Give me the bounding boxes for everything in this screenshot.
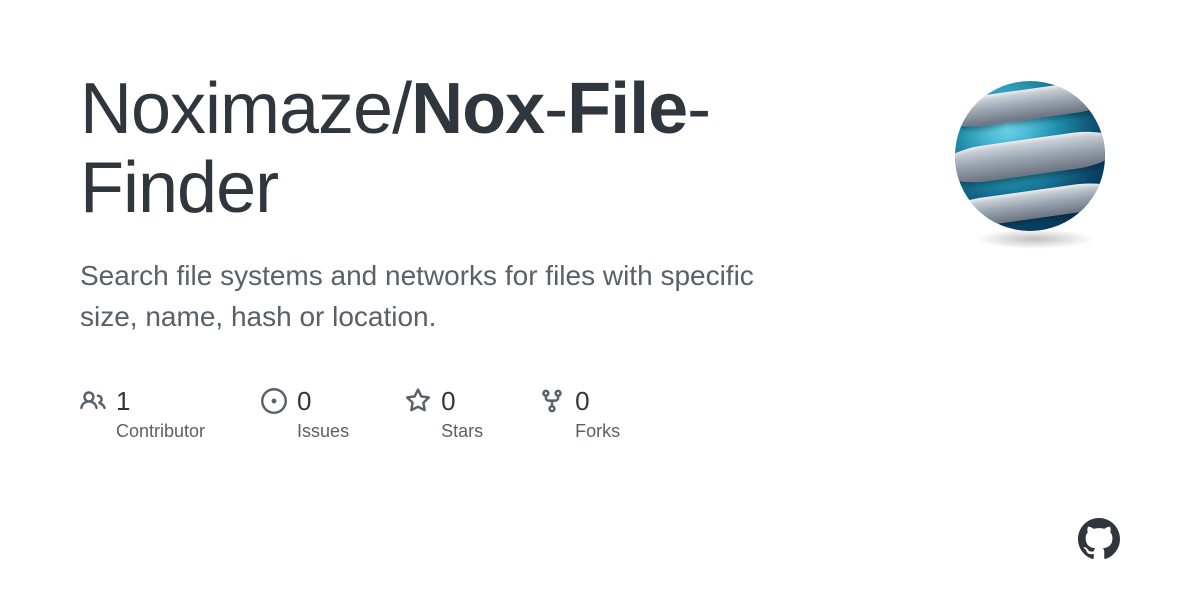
forks-count: 0 [575,386,589,417]
repo-card: Noximaze/Nox-File-Finder Search file sys… [0,0,1200,600]
repo-description: Search file systems and networks for fil… [80,256,780,337]
sphere-logo [955,81,1115,241]
stat-top: 1 [80,386,130,417]
stat-top: 0 [405,386,455,417]
issues-label: Issues [297,421,349,442]
stat-forks: 0 Forks [539,386,620,442]
people-icon [80,388,106,414]
stat-top: 0 [261,386,311,417]
stat-stars: 0 Stars [405,386,483,442]
stat-contributors: 1 Contributor [80,386,205,442]
stars-label: Stars [441,421,483,442]
repo-title: Noximaze/Nox-File-Finder [80,70,780,228]
repo-stats: 1 Contributor 0 Issues 0 Stars [80,386,1120,442]
repo-owner: Noximaze [80,69,392,149]
repo-avatar [950,76,1120,246]
stars-count: 0 [441,386,455,417]
repo-name-part: Nox [411,69,544,149]
repo-name-part: Finder [80,148,278,228]
repo-separator: / [392,69,411,149]
repo-name-dash: - [687,69,710,149]
issues-count: 0 [297,386,311,417]
contributors-count: 1 [116,386,130,417]
star-icon [405,388,431,414]
contributors-label: Contributor [116,421,205,442]
issue-icon [261,388,287,414]
repo-name-dash: - [544,69,567,149]
stat-top: 0 [539,386,589,417]
forks-label: Forks [575,421,620,442]
fork-icon [539,388,565,414]
stat-issues: 0 Issues [261,386,349,442]
github-icon [1078,518,1120,560]
repo-name-part: File [567,69,687,149]
